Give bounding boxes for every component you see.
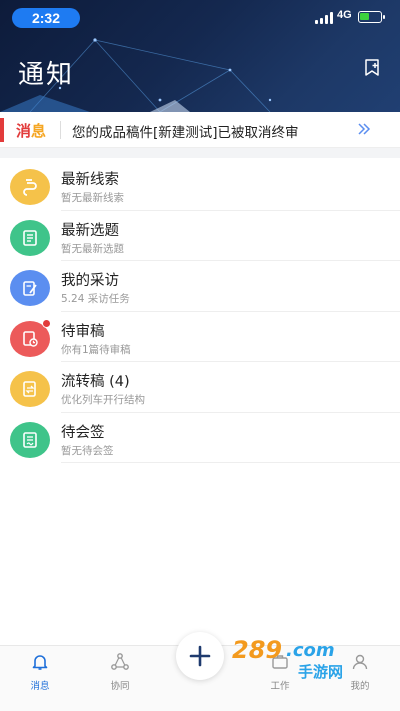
tab-label: 工作 (270, 681, 290, 692)
notice-divider (60, 121, 61, 139)
list-item-transfer-drafts[interactable]: 流转稿 (4) 优化列车开行结构 (0, 362, 400, 413)
item-subtitle: 暂无最新选题 (61, 242, 124, 255)
item-subtitle: 优化列车开行结构 (61, 394, 145, 406)
add-button[interactable] (176, 632, 224, 680)
section-gap (0, 148, 400, 158)
item-title: 待审稿 (61, 323, 105, 340)
bookmark-add-icon[interactable] (362, 58, 382, 78)
list-item-my-interviews[interactable]: 我的采访 5.24 采访任务 (0, 261, 400, 312)
watermark-logo: 289 .com 手游网 (232, 636, 343, 680)
item-subtitle: 5.24 采访任务 (61, 293, 130, 305)
item-title: 流转稿 (4) (61, 374, 130, 390)
item-title: 最新选题 (61, 222, 119, 239)
notification-list: 最新线索 暂无最新线索 最新选题 暂无最新选题 我的采访 5.24 采访任务 待… (0, 160, 400, 463)
svg-text:.com: .com (286, 640, 335, 661)
signal-icon (315, 12, 333, 24)
document-list-icon (10, 219, 50, 256)
sign-document-icon (10, 421, 50, 458)
item-divider (61, 462, 400, 463)
item-title: 待会签 (61, 424, 105, 441)
item-subtitle: 你有1篇待审稿 (61, 343, 131, 356)
network-type: 4G (337, 9, 352, 21)
tab-collaboration[interactable]: 协同 (90, 652, 150, 692)
notice-tag-part2: 息 (31, 122, 47, 140)
notice-tag-part1: 消 (16, 122, 32, 140)
notice-bar[interactable]: 消息 您的成品稿件[新建测试]已被取消终审 (0, 112, 400, 148)
item-subtitle: 暂无待会签 (61, 444, 114, 457)
unread-badge (42, 318, 51, 328)
link-icon (10, 169, 50, 205)
notice-accent (0, 118, 4, 142)
battery-icon (358, 11, 385, 23)
header: 2:32 4G 通知 (0, 0, 400, 112)
list-item-latest-clues[interactable]: 最新线索 暂无最新线索 (0, 160, 400, 211)
svg-text:289: 289 (232, 636, 282, 664)
item-title: 最新线索 (61, 172, 119, 188)
svg-text:手游网: 手游网 (298, 663, 343, 680)
notice-tag: 消息 (16, 120, 46, 141)
transfer-document-icon (10, 371, 50, 407)
list-item-pending-countersign[interactable]: 待会签 暂无待会签 (0, 413, 400, 463)
list-item-latest-topics[interactable]: 最新选题 暂无最新选题 (0, 211, 400, 261)
item-subtitle: 暂无最新线索 (61, 192, 124, 204)
double-chevron-right-icon[interactable] (356, 122, 372, 136)
page-title: 通知 (18, 60, 75, 90)
notice-text: 您的成品稿件[新建测试]已被取消终审 (72, 125, 299, 141)
tab-label: 协同 (110, 681, 130, 692)
tab-messages[interactable]: 消息 (10, 652, 70, 692)
status-time: 2:32 (12, 8, 80, 28)
interview-edit-icon (10, 270, 50, 306)
status-bar: 2:32 4G (0, 0, 400, 34)
plus-icon (189, 645, 211, 667)
bell-icon (32, 655, 48, 670)
tab-label: 消息 (30, 681, 50, 692)
item-title: 我的采访 (61, 273, 119, 289)
tab-label: 我的 (350, 681, 370, 692)
collaboration-icon (111, 653, 129, 670)
list-item-pending-review[interactable]: 待审稿 你有1篇待审稿 (0, 312, 400, 362)
